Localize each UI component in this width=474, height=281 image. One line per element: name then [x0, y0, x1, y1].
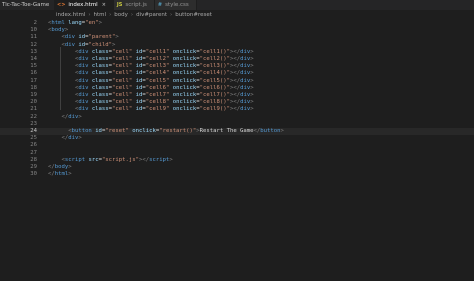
chevron-right-icon: › — [109, 11, 112, 18]
code-text: <script src="script.js"></script> — [61, 156, 173, 163]
line-number: 29 — [30, 164, 37, 170]
code-line[interactable]: 29 </body> — [0, 164, 474, 171]
line-number: 15 — [30, 63, 37, 70]
code-text: <div class="cell" id="cell1" onclick="ce… — [74, 48, 254, 55]
code-line[interactable]: 24 <button id="reset" onclick="restart()… — [0, 128, 474, 135]
code-text: <button id="reset" onclick="restart()">R… — [68, 128, 284, 134]
code-line[interactable]: 26 — [0, 142, 474, 149]
html-file-icon: <> — [57, 2, 66, 8]
code-text: <div class="cell" id="cell3" onclick="ce… — [74, 63, 254, 70]
chevron-right-icon: › — [170, 11, 173, 18]
breadcrumb-item[interactable]: body — [114, 12, 128, 18]
line-number: 10 — [30, 27, 37, 34]
line-number: 25 — [30, 135, 37, 142]
line-number: 17 — [30, 77, 37, 84]
code-text: <div id="child"> — [61, 41, 116, 48]
code-line[interactable]: 28 <script src="script.js"></script> — [0, 157, 474, 164]
line-number: 11 — [30, 34, 37, 41]
tab-bar: Tic-Tac-Toe-Game <> index.html × JS script.j… — [0, 0, 474, 10]
breadcrumb: index.html › html › body › div#parent › button#r… — [52, 10, 474, 19]
code-text: </body> — [48, 164, 72, 170]
code-line[interactable]: 2 <html lang="en"> — [0, 20, 474, 27]
line-number: 30 — [30, 171, 37, 178]
tab-style-css[interactable]: # style.css — [154, 0, 197, 10]
line-number: 18 — [30, 84, 37, 91]
code-text: <div class="cell" id="cell9" onclick="ce… — [74, 106, 254, 113]
code-line[interactable]: 13 <div class="cell" id="cell1" onclick=… — [0, 49, 474, 56]
line-number: 20 — [30, 99, 37, 106]
code-line[interactable]: 11 <div id="parent"> — [0, 34, 474, 41]
line-number: 24 — [30, 128, 37, 134]
code-text: <div id="parent"> — [61, 34, 119, 41]
chevron-right-icon: › — [130, 11, 134, 18]
line-number: 19 — [30, 92, 37, 98]
code-text: <div class="cell" id="cell8" onclick="ce… — [74, 99, 254, 106]
breadcrumb-item[interactable]: div#parent — [136, 12, 167, 18]
code-line[interactable]: 22 </div> — [0, 114, 474, 121]
line-number: 28 — [30, 156, 37, 163]
tab-label: script.js — [125, 2, 147, 8]
code-line[interactable]: 16 <div class="cell" id="cell4" onclick=… — [0, 70, 474, 77]
line-number: 26 — [30, 142, 37, 149]
code-editor[interactable]: 2 <html lang="en"> 10 <body> 11 <div id="par… — [0, 19, 474, 281]
code-line[interactable]: 21 <div class="cell" id="cell9" onclick=… — [0, 106, 474, 113]
breadcrumb-item[interactable]: index.html — [56, 12, 85, 18]
close-icon[interactable]: × — [102, 2, 106, 8]
code-text: <div class="cell" id="cell6" onclick="ce… — [74, 84, 254, 91]
code-line[interactable]: 10 <body> — [0, 27, 474, 34]
tab-label: index.html — [68, 2, 98, 8]
line-number: 14 — [30, 56, 37, 62]
tab-label: style.css — [165, 2, 189, 8]
line-number: 12 — [30, 41, 37, 48]
code-line[interactable]: 14 <div class="cell" id="cell2" onclick=… — [0, 56, 474, 63]
line-number: 16 — [30, 70, 37, 77]
breadcrumb-item[interactable]: button#reset — [175, 12, 212, 18]
code-line[interactable]: 30 </html> — [0, 171, 474, 178]
chevron-right-icon: › — [88, 11, 91, 18]
line-number: 13 — [30, 48, 37, 55]
code-line[interactable]: 18 <div class="cell" id="cell6" onclick=… — [0, 85, 474, 92]
code-line[interactable]: 15 <div class="cell" id="cell3" onclick=… — [0, 63, 474, 70]
code-text: </div> — [61, 113, 82, 120]
line-number: 22 — [30, 113, 37, 120]
code-line[interactable]: 23 — [0, 121, 474, 128]
code-text: <body> — [48, 27, 69, 34]
code-text: <html lang="en"> — [48, 20, 102, 26]
code-text: <div class="cell" id="cell4" onclick="ce… — [74, 70, 254, 77]
editor-tabs: <> index.html × JS script.js # style.css — [54, 0, 197, 10]
js-file-icon: JS — [116, 2, 123, 8]
code-text: <div class="cell" id="cell5" onclick="ce… — [74, 77, 254, 84]
tab-script-js[interactable]: JS script.js — [113, 0, 155, 10]
code-line[interactable]: 12 <div id="child"> — [0, 42, 474, 49]
code-text: </html> — [48, 171, 72, 178]
line-number: 23 — [30, 120, 37, 127]
line-number: 2 — [33, 20, 37, 26]
line-number: 21 — [30, 106, 37, 113]
code-text: <div class="cell" id="cell2" onclick="ce… — [74, 56, 254, 62]
tab-index-html[interactable]: <> index.html × — [54, 0, 114, 10]
code-text: </div> — [61, 135, 82, 142]
code-line[interactable]: 17 <div class="cell" id="cell5" onclick=… — [0, 78, 474, 85]
line-number: 27 — [30, 149, 37, 156]
code-line[interactable]: 27 — [0, 150, 474, 157]
code-text: <div class="cell" id="cell7" onclick="ce… — [74, 92, 254, 98]
css-file-icon: # — [157, 2, 163, 8]
breadcrumb-item[interactable]: html — [94, 12, 107, 18]
project-title: Tic-Tac-Toe-Game — [0, 0, 54, 10]
code-line[interactable]: 19 <div class="cell" id="cell7" onclick=… — [0, 92, 474, 99]
code-line[interactable]: 25 </div> — [0, 135, 474, 142]
code-line[interactable]: 20 <div class="cell" id="cell8" onclick=… — [0, 99, 474, 106]
